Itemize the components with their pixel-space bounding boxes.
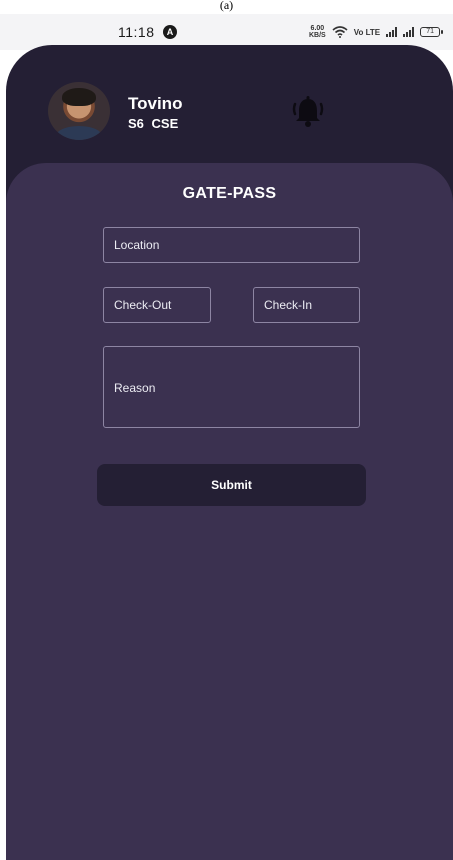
figure-caption: (a) (219, 0, 234, 12)
battery-icon: 71 (420, 27, 444, 37)
volte-indicator: Vo LTE (353, 27, 381, 37)
notification-badge-icon: A (163, 25, 177, 39)
status-indicators: 6.00 KB/S Vo LTE 71 (309, 23, 444, 41)
net-speed-unit: KB/S (309, 32, 326, 39)
user-name: Tovino (128, 94, 183, 113)
page-title: GATE-PASS (182, 185, 277, 202)
location-input[interactable] (103, 227, 360, 263)
signal-icon-2 (403, 27, 415, 37)
reason-input[interactable] (103, 346, 360, 428)
check-out-input[interactable] (103, 287, 211, 323)
gate-pass-form-panel: GATE-PASS Submit (6, 163, 453, 860)
signal-icon (386, 27, 398, 37)
bell-ringing-icon[interactable] (290, 95, 326, 129)
submit-button[interactable]: Submit (97, 464, 366, 506)
net-speed: 6.00 KB/S (309, 25, 326, 39)
user-class-info: S6 CSE (128, 116, 179, 131)
wifi-icon (332, 26, 348, 38)
net-speed-value: 6.00 (310, 25, 325, 32)
status-time: 11:18 (118, 24, 155, 40)
app-screen: Tovino S6 CSE GATE-PASS Submit (6, 45, 453, 860)
avatar[interactable] (48, 82, 110, 140)
check-in-input[interactable] (253, 287, 360, 323)
